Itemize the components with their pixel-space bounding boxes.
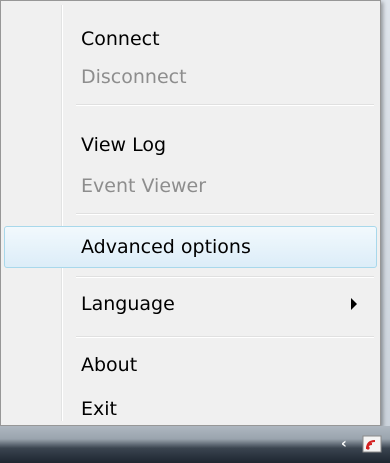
menu-separator [76,276,374,278]
menu-item-label: Advanced options [81,236,251,258]
menu-item-about[interactable]: About [4,345,377,385]
menu-item-exit[interactable]: Exit [4,389,377,429]
menu-item-advanced-options[interactable]: Advanced options [4,226,377,268]
menu-item-label: Exit [81,398,117,420]
menu-item-label: Language [81,293,175,315]
chevron-left-icon[interactable]: ‹ [341,437,353,451]
menu-item-event-viewer: Event Viewer [4,166,377,206]
network-signal-icon-graphic [362,435,382,453]
menu-item-language[interactable]: Language [4,284,377,324]
menu-separator [76,336,374,338]
menu-item-label: Event Viewer [81,175,207,197]
network-signal-icon[interactable] [362,434,382,454]
menu-separator [76,104,374,106]
menu-item-view-log[interactable]: View Log [4,125,377,165]
submenu-arrow-icon [351,298,357,310]
taskbar: ‹ [0,426,390,463]
menu-item-label: View Log [81,134,167,156]
menu-item-label: Connect [81,28,160,50]
context-menu: Connect Disconnect View Log Event Viewer… [0,0,381,426]
screen: Connect Disconnect View Log Event Viewer… [0,0,390,463]
menu-item-connect[interactable]: Connect [4,19,377,59]
menu-separator [76,213,374,215]
menu-item-disconnect: Disconnect [4,57,377,97]
menu-item-label: Disconnect [81,66,187,88]
menu-item-label: About [81,354,138,376]
